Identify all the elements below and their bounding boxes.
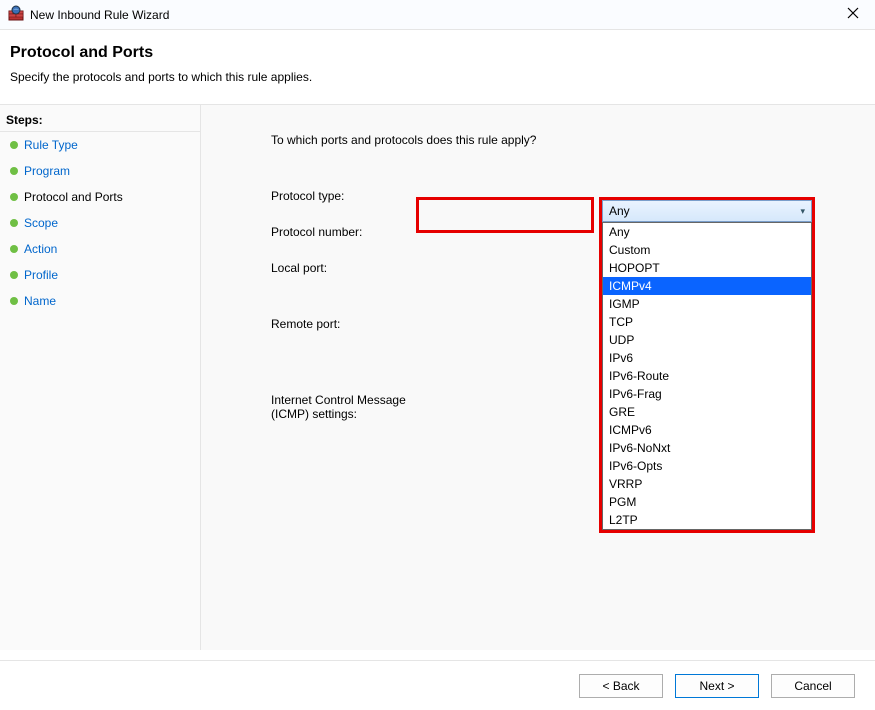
protocol-option-icmpv4[interactable]: ICMPv4: [603, 277, 811, 295]
titlebar: New Inbound Rule Wizard: [0, 0, 875, 30]
protocol-option-pgm[interactable]: PGM: [603, 493, 811, 511]
firewall-icon: [8, 5, 24, 24]
protocol-option-tcp[interactable]: TCP: [603, 313, 811, 331]
page-header: Protocol and Ports Specify the protocols…: [0, 30, 875, 104]
protocol-option-ipv6-nonxt[interactable]: IPv6-NoNxt: [603, 439, 811, 457]
protocol-number-label: Protocol number:: [271, 223, 423, 239]
step-label: Name: [24, 294, 56, 308]
protocol-option-any[interactable]: Any: [603, 223, 811, 241]
protocol-type-label: Protocol type:: [271, 187, 423, 203]
protocol-option-udp[interactable]: UDP: [603, 331, 811, 349]
wizard-footer: < Back Next > Cancel: [0, 660, 875, 710]
page-subtitle: Specify the protocols and ports to which…: [10, 70, 865, 84]
local-port-label: Local port:: [271, 259, 423, 275]
back-button[interactable]: < Back: [579, 674, 663, 698]
protocol-option-hopopt[interactable]: HOPOPT: [603, 259, 811, 277]
step-label: Protocol and Ports: [24, 190, 123, 204]
next-button[interactable]: Next >: [675, 674, 759, 698]
main-prompt: To which ports and protocols does this r…: [271, 133, 835, 147]
wizard-body: Steps: Rule Type Program Protocol and Port…: [0, 104, 875, 650]
close-icon: [847, 7, 859, 19]
protocol-type-dropdown[interactable]: Any ▾ AnyCustomHOPOPTICMPv4IGMPTCPUDPIPv…: [599, 197, 815, 533]
step-label: Profile: [24, 268, 58, 282]
protocol-option-ipv6-route[interactable]: IPv6-Route: [603, 367, 811, 385]
remote-port-label: Remote port:: [271, 315, 423, 331]
protocol-option-vrrp[interactable]: VRRP: [603, 475, 811, 493]
protocol-type-selected[interactable]: Any ▾: [602, 200, 812, 222]
close-button[interactable]: [839, 4, 867, 26]
step-bullet-icon: [10, 297, 18, 305]
step-bullet-icon: [10, 141, 18, 149]
step-rule-type[interactable]: Rule Type: [0, 132, 200, 158]
protocol-option-l2tp[interactable]: L2TP: [603, 511, 811, 529]
step-action[interactable]: Action: [0, 236, 200, 262]
protocol-type-options[interactable]: AnyCustomHOPOPTICMPv4IGMPTCPUDPIPv6IPv6-…: [602, 222, 812, 530]
protocol-option-ipv6-opts[interactable]: IPv6-Opts: [603, 457, 811, 475]
icmp-settings-label: Internet Control Message (ICMP) settings…: [271, 391, 423, 421]
protocol-option-ipv6[interactable]: IPv6: [603, 349, 811, 367]
step-label: Rule Type: [24, 138, 78, 152]
protocol-option-icmpv6[interactable]: ICMPv6: [603, 421, 811, 439]
main-panel: To which ports and protocols does this r…: [200, 104, 875, 650]
step-bullet-icon: [10, 219, 18, 227]
protocol-type-selected-text: Any: [609, 204, 630, 218]
window-title: New Inbound Rule Wizard: [30, 8, 839, 22]
step-label: Program: [24, 164, 70, 178]
steps-sidebar: Steps: Rule Type Program Protocol and Port…: [0, 104, 200, 650]
step-bullet-icon: [10, 271, 18, 279]
step-scope[interactable]: Scope: [0, 210, 200, 236]
steps-heading: Steps:: [0, 105, 200, 132]
protocol-option-custom[interactable]: Custom: [603, 241, 811, 259]
cancel-button[interactable]: Cancel: [771, 674, 855, 698]
page-title: Protocol and Ports: [10, 44, 865, 62]
protocol-option-ipv6-frag[interactable]: IPv6-Frag: [603, 385, 811, 403]
protocol-option-igmp[interactable]: IGMP: [603, 295, 811, 313]
step-bullet-icon: [10, 167, 18, 175]
protocol-option-gre[interactable]: GRE: [603, 403, 811, 421]
step-label: Scope: [24, 216, 58, 230]
step-name[interactable]: Name: [0, 288, 200, 314]
step-bullet-icon: [10, 193, 18, 201]
step-protocol-and-ports: Protocol and Ports: [0, 184, 200, 210]
highlight-protocol-dropdown: Any ▾ AnyCustomHOPOPTICMPv4IGMPTCPUDPIPv…: [599, 197, 815, 533]
step-profile[interactable]: Profile: [0, 262, 200, 288]
chevron-down-icon: ▾: [800, 206, 805, 217]
step-program[interactable]: Program: [0, 158, 200, 184]
step-label: Action: [24, 242, 57, 256]
step-bullet-icon: [10, 245, 18, 253]
